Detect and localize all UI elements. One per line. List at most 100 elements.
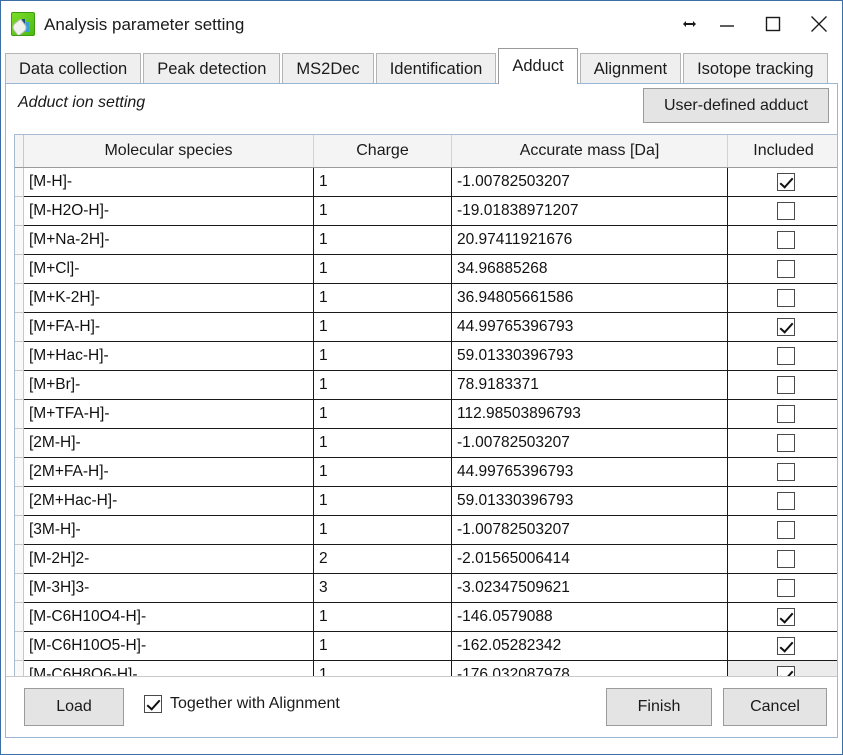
cell-molecular-species[interactable]: [M-3H]3- — [23, 573, 314, 603]
cell-accurate-mass[interactable]: -1.00782503207 — [451, 428, 728, 458]
row-header-cell[interactable] — [15, 544, 24, 574]
tab-adduct[interactable]: Adduct — [498, 48, 578, 84]
cell-charge[interactable]: 1 — [313, 167, 452, 197]
row-header-cell[interactable] — [15, 370, 24, 400]
table-row[interactable]: [2M-H]- 1 -1.00782503207 — [15, 428, 837, 458]
cell-included[interactable] — [727, 602, 837, 632]
cell-molecular-species[interactable]: [2M+FA-H]- — [23, 457, 314, 487]
checkbox-unchecked-icon[interactable] — [777, 346, 795, 365]
checkbox-unchecked-icon[interactable] — [777, 230, 795, 249]
cell-included[interactable] — [727, 515, 837, 545]
cell-charge[interactable]: 1 — [313, 515, 452, 545]
tab-ms2dec[interactable]: MS2Dec — [282, 53, 374, 84]
tab-isotope-tracking[interactable]: Isotope tracking — [683, 53, 828, 84]
cell-accurate-mass[interactable]: 112.98503896793 — [451, 399, 728, 429]
table-row[interactable]: [M-3H]3- 3 -3.02347509621 — [15, 573, 837, 603]
checkbox-unchecked-icon[interactable] — [777, 404, 795, 423]
row-header-cell[interactable] — [15, 399, 24, 429]
cell-molecular-species[interactable]: [M+FA-H]- — [23, 312, 314, 342]
resize-handle-icon[interactable] — [674, 1, 704, 47]
row-header-cell[interactable] — [15, 457, 24, 487]
table-row[interactable]: [M-H2O-H]- 1 -19.01838971207 — [15, 196, 837, 226]
cell-included[interactable] — [727, 486, 837, 516]
cell-included[interactable] — [727, 312, 837, 342]
cell-accurate-mass[interactable]: -1.00782503207 — [451, 515, 728, 545]
column-header-charge[interactable]: Charge — [313, 135, 452, 168]
tab-peak-detection[interactable]: Peak detection — [143, 53, 281, 84]
checkbox-checked-icon[interactable] — [777, 607, 795, 626]
table-row[interactable]: [2M+FA-H]- 1 44.99765396793 — [15, 457, 837, 487]
cell-molecular-species[interactable]: [2M-H]- — [23, 428, 314, 458]
cell-included[interactable] — [727, 370, 837, 400]
cell-molecular-species[interactable]: [M-H2O-H]- — [23, 196, 314, 226]
tab-identification[interactable]: Identification — [375, 53, 497, 84]
row-header-cell[interactable] — [15, 225, 24, 255]
cell-included[interactable] — [727, 399, 837, 429]
cell-molecular-species[interactable]: [2M+Hac-H]- — [23, 486, 314, 516]
column-header-molecular-species[interactable]: Molecular species — [23, 135, 314, 168]
cell-accurate-mass[interactable]: -3.02347509621 — [451, 573, 728, 603]
cell-molecular-species[interactable]: [M-C6H10O5-H]- — [23, 631, 314, 661]
cell-charge[interactable]: 1 — [313, 283, 452, 313]
row-header-cell[interactable] — [15, 486, 24, 516]
checkbox-icon[interactable] — [144, 695, 162, 713]
cell-accurate-mass[interactable]: 44.99765396793 — [451, 312, 728, 342]
checkbox-unchecked-icon[interactable] — [777, 491, 795, 510]
cell-charge[interactable]: 3 — [313, 573, 452, 603]
checkbox-unchecked-icon[interactable] — [777, 462, 795, 481]
checkbox-checked-icon[interactable] — [777, 172, 795, 191]
load-button[interactable]: Load — [24, 688, 124, 726]
row-header-cell[interactable] — [15, 602, 24, 632]
cell-charge[interactable]: 1 — [313, 602, 452, 632]
finish-button[interactable]: Finish — [606, 688, 712, 726]
table-row[interactable]: [M+K-2H]- 1 36.94805661586 — [15, 283, 837, 313]
cell-molecular-species[interactable]: [M+Cl]- — [23, 254, 314, 284]
cell-accurate-mass[interactable]: -19.01838971207 — [451, 196, 728, 226]
cell-accurate-mass[interactable]: 59.01330396793 — [451, 486, 728, 516]
cell-molecular-species[interactable]: [M+Hac-H]- — [23, 341, 314, 371]
cell-molecular-species[interactable]: [M+TFA-H]- — [23, 399, 314, 429]
checkbox-unchecked-icon[interactable] — [777, 433, 795, 452]
row-header-cell[interactable] — [15, 515, 24, 545]
cell-accurate-mass[interactable]: 34.96885268 — [451, 254, 728, 284]
cell-molecular-species[interactable]: [M+Na-2H]- — [23, 225, 314, 255]
table-row[interactable]: [M+Hac-H]- 1 59.01330396793 — [15, 341, 837, 371]
checkbox-unchecked-icon[interactable] — [777, 520, 795, 539]
checkbox-checked-icon[interactable] — [777, 636, 795, 655]
checkbox-unchecked-icon[interactable] — [777, 259, 795, 278]
cell-charge[interactable]: 1 — [313, 457, 452, 487]
cell-molecular-species[interactable]: [3M-H]- — [23, 515, 314, 545]
cell-charge[interactable]: 1 — [313, 370, 452, 400]
table-row[interactable]: [3M-H]- 1 -1.00782503207 — [15, 515, 837, 545]
row-header-cell[interactable] — [15, 573, 24, 603]
cell-accurate-mass[interactable]: -1.00782503207 — [451, 167, 728, 197]
table-row[interactable]: [M-2H]2- 2 -2.01565006414 — [15, 544, 837, 574]
table-row[interactable]: [M+FA-H]- 1 44.99765396793 — [15, 312, 837, 342]
cancel-button[interactable]: Cancel — [723, 688, 827, 726]
cell-charge[interactable]: 1 — [313, 428, 452, 458]
row-header-cell[interactable] — [15, 631, 24, 661]
cell-accurate-mass[interactable]: 44.99765396793 — [451, 457, 728, 487]
cell-charge[interactable]: 1 — [313, 225, 452, 255]
maximize-icon[interactable] — [750, 1, 796, 47]
cell-accurate-mass[interactable]: 20.97411921676 — [451, 225, 728, 255]
cell-charge[interactable]: 1 — [313, 312, 452, 342]
cell-included[interactable] — [727, 573, 837, 603]
cell-included[interactable] — [727, 225, 837, 255]
row-header-cell[interactable] — [15, 196, 24, 226]
cell-molecular-species[interactable]: [M+K-2H]- — [23, 283, 314, 313]
row-header-cell[interactable] — [15, 428, 24, 458]
column-header-included[interactable]: Included — [727, 135, 837, 168]
checkbox-unchecked-icon[interactable] — [777, 201, 795, 220]
column-header-accurate-mass[interactable]: Accurate mass [Da] — [451, 135, 728, 168]
close-icon[interactable] — [796, 1, 842, 47]
row-header-cell[interactable] — [15, 341, 24, 371]
cell-charge[interactable]: 2 — [313, 544, 452, 574]
adduct-grid[interactable]: Molecular species Charge Accurate mass [… — [14, 134, 838, 681]
cell-charge[interactable]: 1 — [313, 399, 452, 429]
table-row[interactable]: [M+Cl]- 1 34.96885268 — [15, 254, 837, 284]
cell-charge[interactable]: 1 — [313, 486, 452, 516]
cell-molecular-species[interactable]: [M+Br]- — [23, 370, 314, 400]
cell-included[interactable] — [727, 631, 837, 661]
table-row[interactable]: [M+TFA-H]- 1 112.98503896793 — [15, 399, 837, 429]
